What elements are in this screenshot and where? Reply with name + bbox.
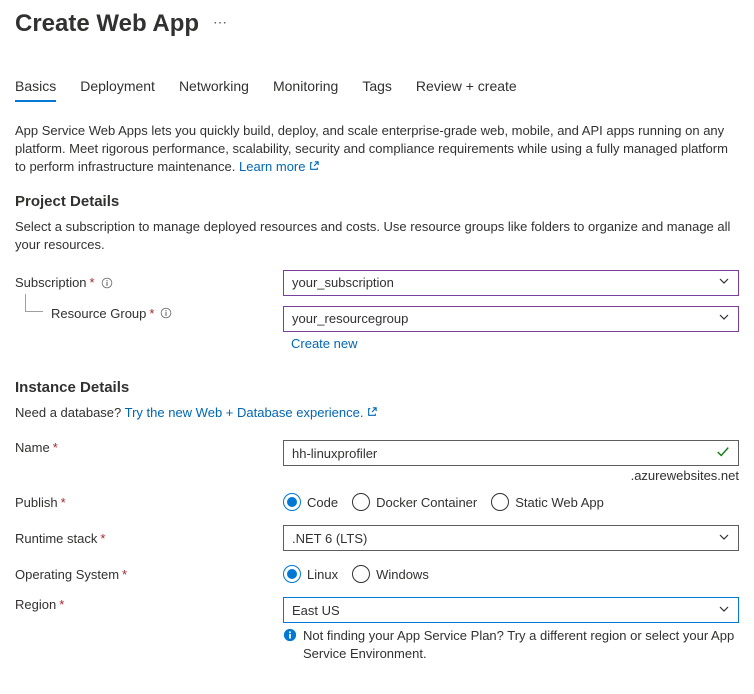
required-asterisk: * (53, 440, 58, 455)
name-suffix: .azurewebsites.net (283, 468, 739, 483)
tree-line (25, 294, 43, 312)
tab-basics[interactable]: Basics (15, 78, 56, 102)
os-label: Operating System* (15, 567, 283, 582)
name-value: hh-linuxprofiler (292, 446, 377, 461)
required-asterisk: * (61, 495, 66, 510)
publish-radio-static[interactable]: Static Web App (491, 493, 604, 511)
subscription-label: Subscription* (15, 275, 283, 290)
required-asterisk: * (59, 597, 64, 612)
required-asterisk: * (149, 306, 154, 321)
chevron-down-icon (718, 311, 730, 326)
required-asterisk: * (100, 531, 105, 546)
check-icon (716, 445, 730, 462)
page-title: Create Web App (15, 10, 199, 38)
region-select[interactable]: East US (283, 597, 739, 623)
external-link-icon (367, 404, 377, 422)
external-link-icon (309, 158, 319, 176)
publish-label: Publish* (15, 495, 283, 510)
database-prompt: Need a database? Try the new Web + Datab… (15, 404, 739, 422)
region-label: Region* (15, 597, 283, 612)
publish-radio-code[interactable]: Code (283, 493, 338, 511)
subscription-select[interactable]: your_subscription (283, 270, 739, 296)
region-hint: Not finding your App Service Plan? Try a… (283, 627, 739, 663)
info-icon[interactable] (101, 277, 113, 289)
project-details-desc: Select a subscription to manage deployed… (15, 218, 739, 254)
info-icon[interactable] (160, 307, 172, 319)
tab-review-create[interactable]: Review + create (416, 78, 517, 102)
instance-details-heading: Instance Details (15, 379, 739, 396)
runtime-select[interactable]: .NET 6 (LTS) (283, 525, 739, 551)
radio-label: Windows (376, 567, 429, 582)
resource-group-value: your_resourcegroup (292, 311, 408, 326)
radio-label: Static Web App (515, 495, 604, 510)
name-input[interactable]: hh-linuxprofiler (283, 440, 739, 466)
publish-radio-docker[interactable]: Docker Container (352, 493, 477, 511)
subscription-value: your_subscription (292, 275, 394, 290)
intro-text: App Service Web Apps lets you quickly bu… (15, 122, 739, 177)
tab-monitoring[interactable]: Monitoring (273, 78, 338, 102)
learn-more-link[interactable]: Learn more (239, 159, 319, 174)
web-database-link[interactable]: Try the new Web + Database experience. (125, 405, 378, 420)
create-new-link[interactable]: Create new (283, 336, 739, 351)
name-label: Name* (15, 440, 283, 455)
runtime-label: Runtime stack* (15, 531, 283, 546)
chevron-down-icon (718, 275, 730, 290)
project-details-heading: Project Details (15, 193, 739, 210)
more-actions-button[interactable]: ⋯ (213, 14, 228, 31)
chevron-down-icon (718, 531, 730, 546)
os-radio-linux[interactable]: Linux (283, 565, 338, 583)
tab-tags[interactable]: Tags (362, 78, 392, 102)
tab-bar: Basics Deployment Networking Monitoring … (15, 78, 739, 102)
radio-label: Docker Container (376, 495, 477, 510)
chevron-down-icon (718, 603, 730, 618)
required-asterisk: * (122, 567, 127, 582)
resource-group-label: Resource Group* (15, 306, 283, 321)
info-filled-icon (283, 628, 297, 647)
required-asterisk: * (90, 275, 95, 290)
region-hint-text: Not finding your App Service Plan? Try a… (303, 627, 739, 663)
intro-body: App Service Web Apps lets you quickly bu… (15, 123, 728, 174)
radio-label: Code (307, 495, 338, 510)
os-radio-windows[interactable]: Windows (352, 565, 429, 583)
radio-label: Linux (307, 567, 338, 582)
tab-deployment[interactable]: Deployment (80, 78, 155, 102)
tab-networking[interactable]: Networking (179, 78, 249, 102)
runtime-value: .NET 6 (LTS) (292, 531, 367, 546)
resource-group-select[interactable]: your_resourcegroup (283, 306, 739, 332)
region-value: East US (292, 603, 340, 618)
